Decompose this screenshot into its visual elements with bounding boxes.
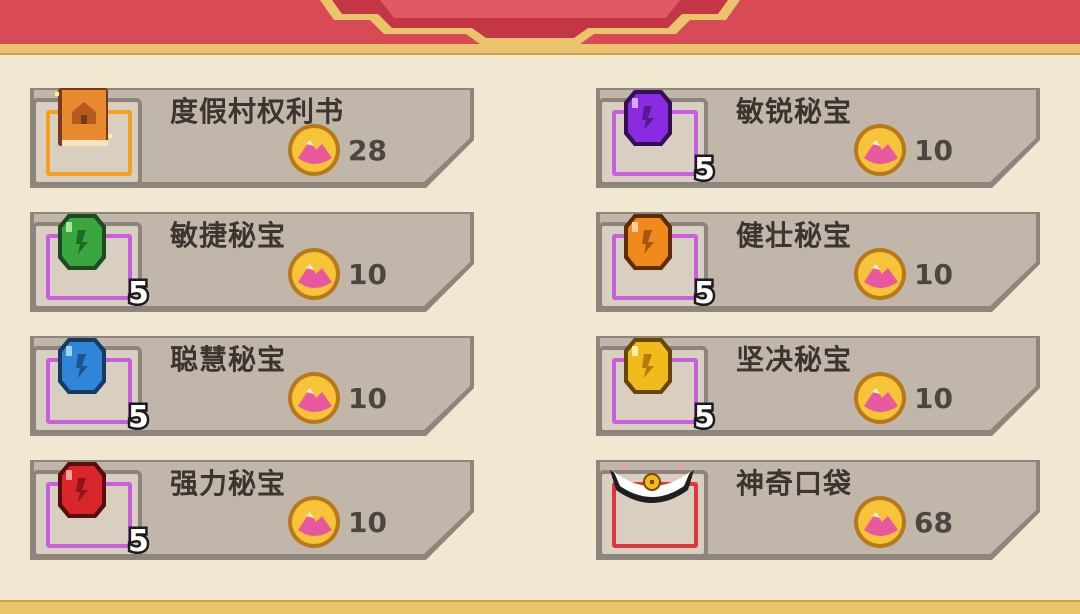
gem-coin-icon: [854, 496, 906, 548]
magic-pouch-icon: [610, 464, 694, 503]
item-name: 神奇口袋: [736, 467, 853, 500]
item-price: 10: [348, 257, 387, 291]
green-gem-icon: [58, 214, 106, 270]
item-name: 健壮秘宝: [736, 219, 853, 252]
item-price: 28: [348, 133, 387, 167]
price-tag: 28: [286, 122, 387, 178]
purple-gem-icon: [624, 90, 672, 146]
price-tag: 10: [852, 122, 953, 178]
item-name: 坚决秘宝: [736, 343, 853, 376]
item-price: 10: [914, 133, 953, 167]
price-tag: 68: [852, 494, 953, 550]
gem-coin-icon: [288, 248, 340, 300]
banner-ornament: [320, 0, 740, 44]
shop-item-card[interactable]: 5 坚决秘宝 10: [594, 332, 1042, 438]
item-price: 10: [348, 505, 387, 539]
item-count: 5: [126, 398, 152, 438]
shop-item-card[interactable]: 5 强力秘宝 10: [28, 456, 476, 562]
item-count: 5: [692, 274, 718, 314]
item-name: 强力秘宝: [170, 467, 287, 500]
price-tag: 10: [852, 370, 953, 426]
item-name: 聪慧秘宝: [170, 343, 287, 376]
shop-item-card[interactable]: 5 敏锐秘宝 10: [594, 84, 1042, 190]
gem-coin-icon: [288, 496, 340, 548]
item-price: 10: [348, 381, 387, 415]
yellow-gem-icon: [624, 338, 672, 394]
book-house-icon: [55, 88, 112, 146]
item-price: 10: [914, 381, 953, 415]
price-tag: 10: [286, 494, 387, 550]
item-price: 10: [914, 257, 953, 291]
gem-coin-icon: [288, 124, 340, 176]
price-tag: 10: [286, 370, 387, 426]
gem-coin-icon: [854, 124, 906, 176]
gem-coin-icon: [854, 248, 906, 300]
shop-item-card[interactable]: 神奇口袋 68: [594, 456, 1042, 560]
shop-item-card[interactable]: 5 健壮秘宝 10: [594, 208, 1042, 314]
price-tag: 10: [852, 246, 953, 302]
shop-item-card[interactable]: 度假村权利书 28: [28, 84, 476, 188]
item-count: 5: [692, 398, 718, 438]
item-count: 5: [126, 274, 152, 314]
shop-item-card[interactable]: 5 聪慧秘宝 10: [28, 332, 476, 438]
red-gem-icon: [58, 462, 106, 518]
item-price: 68: [914, 505, 953, 539]
banner-stripe: [0, 44, 1080, 55]
item-count: 5: [126, 522, 152, 562]
item-count: 5: [692, 150, 718, 190]
shop-item-card[interactable]: 5 敏捷秘宝 10: [28, 208, 476, 314]
price-tag: 10: [286, 246, 387, 302]
gem-coin-icon: [854, 372, 906, 424]
blue-gem-icon: [58, 338, 106, 394]
gem-coin-icon: [288, 372, 340, 424]
item-name: 敏捷秘宝: [170, 219, 287, 252]
orange-gem-icon: [624, 214, 672, 270]
item-name: 敏锐秘宝: [736, 95, 853, 128]
